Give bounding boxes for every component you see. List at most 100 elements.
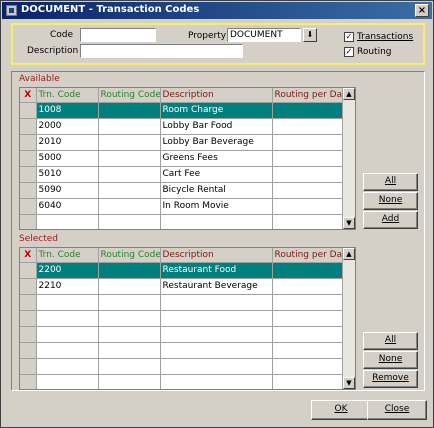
cell-trn-code: 5000 bbox=[36, 150, 99, 167]
row-selector[interactable] bbox=[20, 214, 37, 229]
available-label: Available bbox=[19, 74, 60, 84]
available-none-button[interactable]: None bbox=[363, 192, 418, 210]
property-lov-button[interactable]: ⬇ bbox=[303, 28, 317, 42]
cell-routing-code bbox=[98, 182, 161, 199]
close-button[interactable]: Close bbox=[367, 400, 427, 420]
remove-button[interactable]: Remove bbox=[363, 370, 418, 388]
cell-description: In Room Movie bbox=[160, 198, 273, 215]
table-row[interactable]: 2210 Restaurant Beverage bbox=[20, 278, 344, 295]
cell-routing-per-day bbox=[272, 262, 344, 279]
column-header-routing-per-day[interactable]: Routing per Day bbox=[272, 88, 344, 103]
cell-routing-per-day bbox=[272, 182, 344, 199]
row-selector[interactable] bbox=[20, 342, 37, 359]
search-criteria-panel: Code Description Property DOCUMENT ⬇ ✓ T… bbox=[11, 23, 425, 65]
selected-header-row: X Trn. Code Routing Code Description Rou… bbox=[20, 248, 344, 263]
description-field[interactable] bbox=[80, 44, 243, 58]
selected-grid: X Trn. Code Routing Code Description Rou… bbox=[19, 247, 356, 390]
table-row[interactable] bbox=[20, 214, 344, 229]
cell-routing-code bbox=[98, 214, 161, 229]
table-row[interactable] bbox=[20, 374, 344, 389]
cell-routing-code bbox=[98, 310, 161, 327]
close-window-button[interactable]: × bbox=[415, 4, 429, 17]
table-row[interactable] bbox=[20, 310, 344, 327]
row-selector[interactable] bbox=[20, 166, 37, 183]
cell-trn-code bbox=[36, 326, 99, 343]
row-selector[interactable] bbox=[20, 326, 37, 343]
table-row[interactable] bbox=[20, 342, 344, 359]
column-header-routing-code[interactable]: Routing Code bbox=[98, 88, 161, 103]
column-header-routing-code[interactable]: Routing Code bbox=[98, 248, 161, 263]
column-header-x[interactable]: X bbox=[20, 248, 37, 263]
cell-description: Room Charge bbox=[160, 102, 273, 119]
cell-routing-per-day bbox=[272, 214, 344, 229]
row-selector[interactable] bbox=[20, 150, 37, 167]
table-row[interactable] bbox=[20, 326, 344, 343]
row-selector[interactable] bbox=[20, 294, 37, 311]
cell-description bbox=[160, 374, 273, 389]
cell-trn-code: 5090 bbox=[36, 182, 99, 199]
table-row[interactable]: 1008 Room Charge bbox=[20, 102, 344, 119]
scroll-down-arrow-icon[interactable]: ▼ bbox=[343, 217, 355, 229]
cell-description bbox=[160, 310, 273, 327]
cell-routing-code bbox=[98, 198, 161, 215]
table-row[interactable]: 6040 In Room Movie bbox=[20, 198, 344, 215]
row-selector[interactable] bbox=[20, 358, 37, 375]
available-scrollbar[interactable]: ▲ ▼ bbox=[342, 88, 355, 229]
cell-routing-code bbox=[98, 342, 161, 359]
table-row[interactable]: 5090 Bicycle Rental bbox=[20, 182, 344, 199]
column-header-description[interactable]: Description bbox=[160, 248, 273, 263]
transactions-label: Transactions bbox=[357, 32, 414, 42]
row-selector[interactable] bbox=[20, 374, 37, 389]
table-row[interactable]: 5010 Cart Fee bbox=[20, 166, 344, 183]
cell-trn-code: 6040 bbox=[36, 198, 99, 215]
cell-description bbox=[160, 358, 273, 375]
cell-routing-per-day bbox=[272, 310, 344, 327]
property-field[interactable]: DOCUMENT bbox=[227, 28, 301, 42]
selected-scrollbar[interactable]: ▲ ▼ bbox=[342, 248, 355, 389]
add-button[interactable]: Add bbox=[363, 211, 418, 229]
code-field[interactable] bbox=[80, 28, 156, 42]
table-row[interactable]: 2000 Lobby Bar Food bbox=[20, 118, 344, 135]
cell-routing-per-day bbox=[272, 118, 344, 135]
cell-routing-code bbox=[98, 294, 161, 311]
cell-trn-code: 5010 bbox=[36, 166, 99, 183]
cell-routing-per-day bbox=[272, 166, 344, 183]
cell-routing-code bbox=[98, 102, 161, 119]
column-header-trn-code[interactable]: Trn. Code bbox=[36, 248, 99, 263]
row-selector[interactable] bbox=[20, 182, 37, 199]
transactions-checkbox[interactable]: ✓ bbox=[344, 32, 354, 42]
cell-trn-code: 1008 bbox=[36, 102, 99, 119]
column-header-description[interactable]: Description bbox=[160, 88, 273, 103]
cell-description: Bicycle Rental bbox=[160, 182, 273, 199]
ok-button[interactable]: OK bbox=[311, 400, 371, 420]
table-row[interactable] bbox=[20, 358, 344, 375]
table-row[interactable]: 5000 Greens Fees bbox=[20, 150, 344, 167]
selected-all-button[interactable]: All bbox=[363, 332, 418, 350]
row-selector[interactable] bbox=[20, 102, 37, 119]
table-row[interactable]: 2200 Restaurant Food bbox=[20, 262, 344, 279]
cell-routing-code bbox=[98, 262, 161, 279]
selected-none-button[interactable]: None bbox=[363, 351, 418, 369]
cell-routing-per-day bbox=[272, 278, 344, 295]
row-selector[interactable] bbox=[20, 310, 37, 327]
routing-checkbox[interactable]: ✓ bbox=[344, 47, 354, 57]
column-header-trn-code[interactable]: Trn. Code bbox=[36, 88, 99, 103]
row-selector[interactable] bbox=[20, 134, 37, 151]
cell-description bbox=[160, 294, 273, 311]
property-label: Property bbox=[188, 31, 227, 41]
scroll-up-arrow-icon[interactable]: ▲ bbox=[343, 88, 355, 100]
available-all-button[interactable]: All bbox=[363, 173, 418, 191]
scroll-down-arrow-icon[interactable]: ▼ bbox=[343, 377, 355, 389]
table-row[interactable]: 2010 Lobby Bar Beverage bbox=[20, 134, 344, 151]
table-row[interactable] bbox=[20, 294, 344, 311]
cell-description bbox=[160, 214, 273, 229]
row-selector[interactable] bbox=[20, 278, 37, 295]
row-selector[interactable] bbox=[20, 118, 37, 135]
column-header-routing-per-day[interactable]: Routing per Day bbox=[272, 248, 344, 263]
cell-routing-code bbox=[98, 166, 161, 183]
scroll-up-arrow-icon[interactable]: ▲ bbox=[343, 248, 355, 260]
row-selector[interactable] bbox=[20, 198, 37, 215]
column-header-x[interactable]: X bbox=[20, 88, 37, 103]
row-selector[interactable] bbox=[20, 262, 37, 279]
cell-routing-code bbox=[98, 374, 161, 389]
